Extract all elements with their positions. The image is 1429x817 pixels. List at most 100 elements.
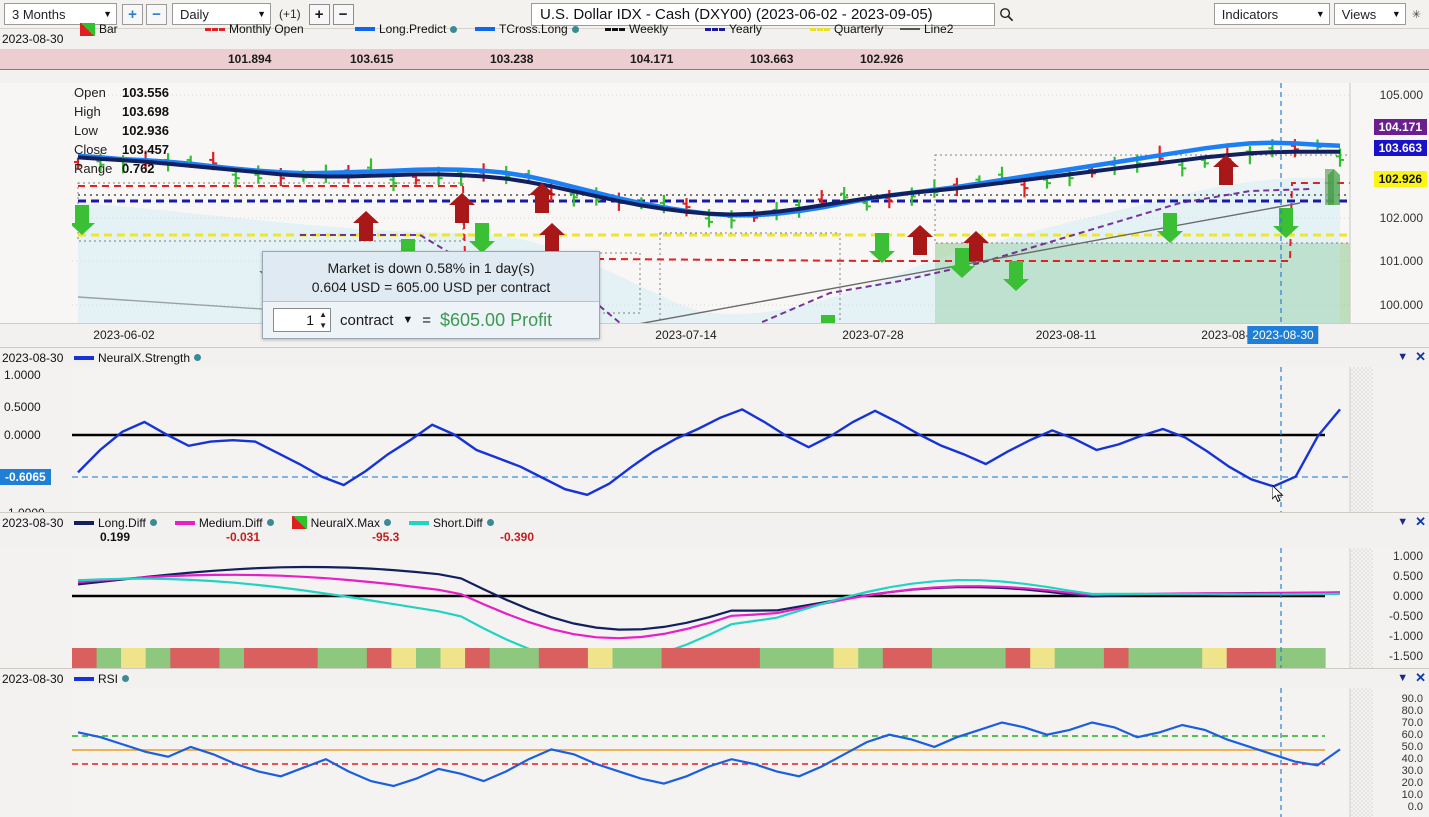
- unit-dropdown-icon[interactable]: ▼: [402, 314, 413, 326]
- quantity-stepper[interactable]: 1 ▲ ▼: [273, 308, 331, 332]
- views-menu[interactable]: Views ▼: [1333, 3, 1406, 25]
- strength-panel-controls[interactable]: ▼ ✕: [1397, 349, 1426, 365]
- ohlc-row: Low 102.936: [74, 121, 169, 140]
- collapse-icon[interactable]: ▼: [1397, 351, 1408, 363]
- strength-scrollbar[interactable]: [1351, 367, 1373, 519]
- legend-item[interactable]: Medium.Diff: [174, 516, 274, 530]
- rsi-tick: 40.0: [1401, 753, 1423, 765]
- rsi-tick: 60.0: [1401, 729, 1423, 741]
- ohlc-readout: Open 103.556 High 103.698 Low 102.936 Close 103…: [74, 83, 169, 178]
- date-tick: 2023-06-02: [93, 328, 155, 342]
- interval-plus-button[interactable]: +: [308, 3, 330, 25]
- settings-dot-icon[interactable]: [149, 519, 157, 526]
- close-icon[interactable]: ✕: [1415, 514, 1426, 530]
- legend-label: Short.Diff: [432, 515, 483, 530]
- price-axis[interactable]: 105.000102.000101.000100.00099.000104.17…: [1351, 83, 1429, 347]
- ohlc-row: High 103.698: [74, 102, 169, 121]
- diff-legend: Long.Diff Medium.Diff NeuralX.Max Short.Dif…: [74, 516, 512, 530]
- settings-dot-icon[interactable]: [486, 519, 494, 526]
- ohlc-key: Close: [74, 142, 108, 157]
- settings-dot-icon[interactable]: [122, 675, 130, 682]
- diff-indicator-panel: 2023-08-30 Long.Diff Medium.Diff NeuralX.M…: [0, 512, 1429, 676]
- dash-swatch: [205, 27, 225, 31]
- legend-label: NeuralX.Max: [310, 515, 380, 530]
- chevron-down-icon: ▼: [1315, 9, 1325, 19]
- settings-dot-icon[interactable]: [571, 25, 579, 33]
- collapse-icon[interactable]: ▼: [1397, 516, 1408, 528]
- legend-item[interactable]: Line2: [900, 22, 953, 36]
- line-swatch: [475, 27, 495, 31]
- ohlc-value: 0.762: [122, 161, 155, 176]
- price-tick: 102.000: [1379, 211, 1423, 225]
- close-icon[interactable]: ✕: [1415, 670, 1426, 686]
- diff-date: 2023-08-30: [2, 515, 64, 530]
- selected-date-tick: 2023-08-30: [1247, 326, 1319, 344]
- dash-swatch: [705, 27, 725, 31]
- interval-minus-button[interactable]: −: [332, 3, 354, 25]
- favorite-icon[interactable]: ✳: [1410, 8, 1423, 21]
- range-minus-button[interactable]: −: [146, 3, 167, 25]
- legend-item[interactable]: Bar: [80, 22, 118, 36]
- date-axis[interactable]: 2023-06-022023-06-162023-06-302023-07-14…: [0, 323, 1429, 347]
- price-badge: 104.171: [1373, 119, 1427, 135]
- rsi-tick: 0.0: [1407, 801, 1423, 813]
- legend-item[interactable]: Long.Predict: [355, 22, 458, 36]
- search-icon[interactable]: [995, 7, 1017, 22]
- diff-value: -0.390: [500, 530, 535, 544]
- legend-item[interactable]: NeuralX.Max: [291, 515, 391, 530]
- legend-item[interactable]: NeuralX.Strength: [74, 351, 202, 365]
- header-value: 103.663: [750, 51, 794, 66]
- diff-legend-row: 2023-08-30 Long.Diff Medium.Diff NeuralX.M…: [0, 512, 1429, 532]
- legend-item[interactable]: Quarterly: [810, 22, 883, 36]
- rsi-tick: 10.0: [1401, 789, 1423, 801]
- diff-panel-controls[interactable]: ▼ ✕: [1397, 514, 1426, 530]
- collapse-icon[interactable]: ▼: [1397, 672, 1408, 684]
- settings-dot-icon[interactable]: [450, 25, 458, 33]
- close-icon[interactable]: ✕: [1415, 349, 1426, 365]
- strength-tick: 0.5000: [4, 400, 41, 414]
- tooltip-line-1: Market is down 0.58% in 1 day(s): [327, 260, 535, 276]
- ohlc-key: High: [74, 104, 101, 119]
- strength-legend-row: 2023-08-30 NeuralX.Strength ▼ ✕: [0, 347, 1429, 367]
- strength-tick: 0.0000: [4, 428, 41, 442]
- legend-item[interactable]: RSI: [74, 671, 130, 686]
- settings-dot-icon[interactable]: [266, 519, 274, 526]
- main-chart-plot[interactable]: Open 103.556 High 103.698 Low 102.936 Close 103…: [0, 83, 1429, 347]
- rsi-panel-controls[interactable]: ▼ ✕: [1397, 670, 1426, 686]
- main-price-chart-panel: 2023-08-30 Bar Monthly Open Long.Predict TC…: [0, 22, 1429, 347]
- line-swatch: [74, 676, 94, 681]
- profit-calculator-tooltip[interactable]: Market is down 0.58% in 1 day(s) 0.604 U…: [262, 251, 600, 339]
- legend-item[interactable]: TCross.Long: [475, 22, 579, 36]
- legend-item[interactable]: Monthly Open: [205, 22, 304, 36]
- dash-swatch: [810, 27, 830, 31]
- range-plus-button[interactable]: +: [122, 3, 143, 25]
- strength-plot[interactable]: 1.00000.50000.0000-1.0000-0.6065: [0, 367, 1429, 519]
- ohlc-key: Open: [74, 85, 106, 100]
- stepper-down-icon[interactable]: ▼: [319, 321, 327, 330]
- legend-item[interactable]: Long.Diff: [74, 516, 157, 530]
- date-tick: 2023-07-14: [655, 328, 717, 342]
- legend-item[interactable]: Weekly: [605, 22, 668, 36]
- legend-item[interactable]: Yearly: [705, 22, 762, 36]
- price-tick: 105.000: [1379, 88, 1423, 102]
- settings-dot-icon[interactable]: [383, 519, 391, 526]
- rsi-tick: 50.0: [1401, 741, 1423, 753]
- legend-label: RSI: [98, 671, 119, 686]
- rsi-value-axis: 90.0 80.0 70.0 60.0 50.0 40.0 30.0 20.0 10.0 0.0: [1351, 688, 1429, 817]
- legend-item[interactable]: Short.Diff: [408, 515, 494, 530]
- main-chart-date: 2023-08-30: [2, 32, 64, 46]
- diff-tick: -1.000: [1388, 629, 1423, 643]
- header-value: 103.238: [490, 51, 534, 66]
- settings-dot-icon[interactable]: [194, 354, 202, 361]
- header-value: 101.894: [228, 51, 272, 66]
- stepper-up-icon[interactable]: ▲: [319, 310, 327, 319]
- diff-value-axis: 1.000 0.500 0.000 -0.500 -1.000 -1.500: [1351, 548, 1429, 676]
- price-badge: 102.926: [1373, 171, 1427, 187]
- rsi-plot[interactable]: 90.0 80.0 70.0 60.0 50.0 40.0 30.0 20.0 10.0 0.0: [0, 688, 1429, 817]
- header-value: 104.171: [630, 51, 674, 66]
- diff-plot[interactable]: 1.000 0.500 0.000 -0.500 -1.000 -1.500: [0, 548, 1429, 676]
- mouse-cursor: [1272, 485, 1284, 503]
- indicators-menu[interactable]: Indicators ▼: [1213, 3, 1330, 25]
- offset-note: (+1): [279, 7, 301, 21]
- bar-icon: [80, 22, 95, 36]
